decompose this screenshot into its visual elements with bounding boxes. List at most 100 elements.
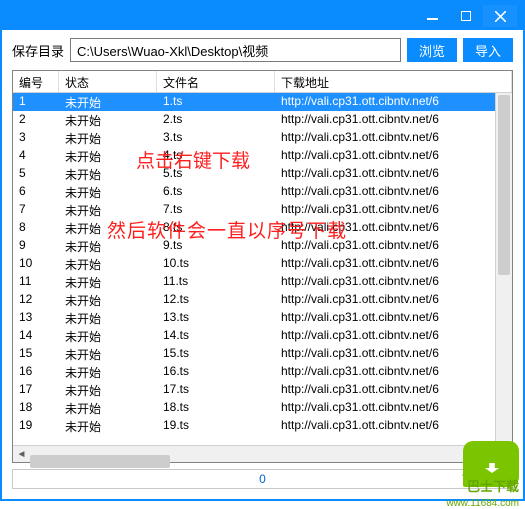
maximize-button[interactable] <box>449 5 483 27</box>
cell-url: http://vali.cp31.ott.cibntv.net/6 <box>275 291 512 309</box>
cell-status: 未开始 <box>59 111 157 129</box>
cell-status: 未开始 <box>59 183 157 201</box>
minimize-button[interactable] <box>415 5 449 27</box>
browse-button[interactable]: 浏览 <box>407 38 457 62</box>
cell-num: 3 <box>13 129 59 147</box>
cell-url: http://vali.cp31.ott.cibntv.net/6 <box>275 237 512 255</box>
table-row[interactable]: 9未开始9.tshttp://vali.cp31.ott.cibntv.net/… <box>13 237 512 255</box>
cell-url: http://vali.cp31.ott.cibntv.net/6 <box>275 201 512 219</box>
cell-url: http://vali.cp31.ott.cibntv.net/6 <box>275 345 512 363</box>
cell-status: 未开始 <box>59 93 157 111</box>
table-row[interactable]: 14未开始14.tshttp://vali.cp31.ott.cibntv.ne… <box>13 327 512 345</box>
cell-file: 11.ts <box>157 273 275 291</box>
cell-num: 11 <box>13 273 59 291</box>
table-row[interactable]: 16未开始16.tshttp://vali.cp31.ott.cibntv.ne… <box>13 363 512 381</box>
cell-num: 10 <box>13 255 59 273</box>
cell-file: 16.ts <box>157 363 275 381</box>
table-row[interactable]: 6未开始6.tshttp://vali.cp31.ott.cibntv.net/… <box>13 183 512 201</box>
cell-url: http://vali.cp31.ott.cibntv.net/6 <box>275 183 512 201</box>
col-header-status[interactable]: 状态 <box>59 71 157 92</box>
table-row[interactable]: 7未开始7.tshttp://vali.cp31.ott.cibntv.net/… <box>13 201 512 219</box>
download-list: 编号 状态 文件名 下载地址 1未开始1.tshttp://vali.cp31.… <box>12 70 513 463</box>
cell-status: 未开始 <box>59 327 157 345</box>
cell-file: 12.ts <box>157 291 275 309</box>
close-button[interactable] <box>483 5 517 27</box>
minimize-icon <box>427 18 438 20</box>
cell-file: 13.ts <box>157 309 275 327</box>
cell-file: 5.ts <box>157 165 275 183</box>
cell-url: http://vali.cp31.ott.cibntv.net/6 <box>275 219 512 237</box>
cell-url: http://vali.cp31.ott.cibntv.net/6 <box>275 417 512 435</box>
cell-url: http://vali.cp31.ott.cibntv.net/6 <box>275 381 512 399</box>
cell-status: 未开始 <box>59 255 157 273</box>
cell-num: 6 <box>13 183 59 201</box>
cell-url: http://vali.cp31.ott.cibntv.net/6 <box>275 327 512 345</box>
cell-url: http://vali.cp31.ott.cibntv.net/6 <box>275 255 512 273</box>
col-header-num[interactable]: 编号 <box>13 71 59 92</box>
cell-file: 18.ts <box>157 399 275 417</box>
cell-status: 未开始 <box>59 237 157 255</box>
cell-num: 13 <box>13 309 59 327</box>
cell-file: 14.ts <box>157 327 275 345</box>
col-header-file[interactable]: 文件名 <box>157 71 275 92</box>
cell-num: 5 <box>13 165 59 183</box>
list-header: 编号 状态 文件名 下载地址 <box>13 71 512 93</box>
table-row[interactable]: 1未开始1.tshttp://vali.cp31.ott.cibntv.net/… <box>13 93 512 111</box>
save-dir-input[interactable] <box>70 38 401 62</box>
titlebar[interactable] <box>2 2 523 30</box>
table-row[interactable]: 5未开始5.tshttp://vali.cp31.ott.cibntv.net/… <box>13 165 512 183</box>
cell-file: 4.ts <box>157 147 275 165</box>
table-row[interactable]: 3未开始3.tshttp://vali.cp31.ott.cibntv.net/… <box>13 129 512 147</box>
table-row[interactable]: 15未开始15.tshttp://vali.cp31.ott.cibntv.ne… <box>13 345 512 363</box>
cell-file: 2.ts <box>157 111 275 129</box>
table-row[interactable]: 11未开始11.tshttp://vali.cp31.ott.cibntv.ne… <box>13 273 512 291</box>
cell-status: 未开始 <box>59 201 157 219</box>
cell-file: 6.ts <box>157 183 275 201</box>
cell-num: 9 <box>13 237 59 255</box>
cell-num: 16 <box>13 363 59 381</box>
table-row[interactable]: 8未开始8.tshttp://vali.cp31.ott.cibntv.net/… <box>13 219 512 237</box>
cell-file: 3.ts <box>157 129 275 147</box>
cell-num: 12 <box>13 291 59 309</box>
import-button[interactable]: 导入 <box>463 38 513 62</box>
cell-num: 18 <box>13 399 59 417</box>
close-icon <box>495 11 506 22</box>
cell-status: 未开始 <box>59 273 157 291</box>
cell-file: 9.ts <box>157 237 275 255</box>
cell-num: 17 <box>13 381 59 399</box>
cell-status: 未开始 <box>59 291 157 309</box>
save-dir-label: 保存目录 <box>12 41 64 60</box>
horizontal-scrollbar[interactable]: ◄ ► <box>13 445 512 462</box>
cell-status: 未开始 <box>59 165 157 183</box>
hscroll-thumb[interactable] <box>30 455 170 468</box>
cell-status: 未开始 <box>59 381 157 399</box>
cell-file: 15.ts <box>157 345 275 363</box>
cell-num: 4 <box>13 147 59 165</box>
table-row[interactable]: 10未开始10.tshttp://vali.cp31.ott.cibntv.ne… <box>13 255 512 273</box>
cell-status: 未开始 <box>59 147 157 165</box>
list-body[interactable]: 1未开始1.tshttp://vali.cp31.ott.cibntv.net/… <box>13 93 512 445</box>
cell-status: 未开始 <box>59 363 157 381</box>
cell-file: 8.ts <box>157 219 275 237</box>
vertical-scroll-thumb[interactable] <box>498 95 510 275</box>
cell-status: 未开始 <box>59 417 157 435</box>
col-header-url[interactable]: 下载地址 <box>275 71 512 92</box>
table-row[interactable]: 17未开始17.tshttp://vali.cp31.ott.cibntv.ne… <box>13 381 512 399</box>
cell-url: http://vali.cp31.ott.cibntv.net/6 <box>275 93 512 111</box>
table-row[interactable]: 19未开始19.tshttp://vali.cp31.ott.cibntv.ne… <box>13 417 512 435</box>
hscroll-left-arrow-icon[interactable]: ◄ <box>13 447 30 462</box>
table-row[interactable]: 2未开始2.tshttp://vali.cp31.ott.cibntv.net/… <box>13 111 512 129</box>
vertical-scrollbar[interactable] <box>495 93 512 445</box>
cell-url: http://vali.cp31.ott.cibntv.net/6 <box>275 273 512 291</box>
table-row[interactable]: 4未开始4.tshttp://vali.cp31.ott.cibntv.net/… <box>13 147 512 165</box>
cell-url: http://vali.cp31.ott.cibntv.net/6 <box>275 147 512 165</box>
cell-url: http://vali.cp31.ott.cibntv.net/6 <box>275 165 512 183</box>
cell-file: 10.ts <box>157 255 275 273</box>
cell-status: 未开始 <box>59 129 157 147</box>
table-row[interactable]: 13未开始13.tshttp://vali.cp31.ott.cibntv.ne… <box>13 309 512 327</box>
table-row[interactable]: 12未开始12.tshttp://vali.cp31.ott.cibntv.ne… <box>13 291 512 309</box>
toolbar: 保存目录 浏览 导入 <box>2 30 523 70</box>
hscroll-right-arrow-icon[interactable]: ► <box>495 447 512 462</box>
cell-url: http://vali.cp31.ott.cibntv.net/6 <box>275 363 512 381</box>
table-row[interactable]: 18未开始18.tshttp://vali.cp31.ott.cibntv.ne… <box>13 399 512 417</box>
